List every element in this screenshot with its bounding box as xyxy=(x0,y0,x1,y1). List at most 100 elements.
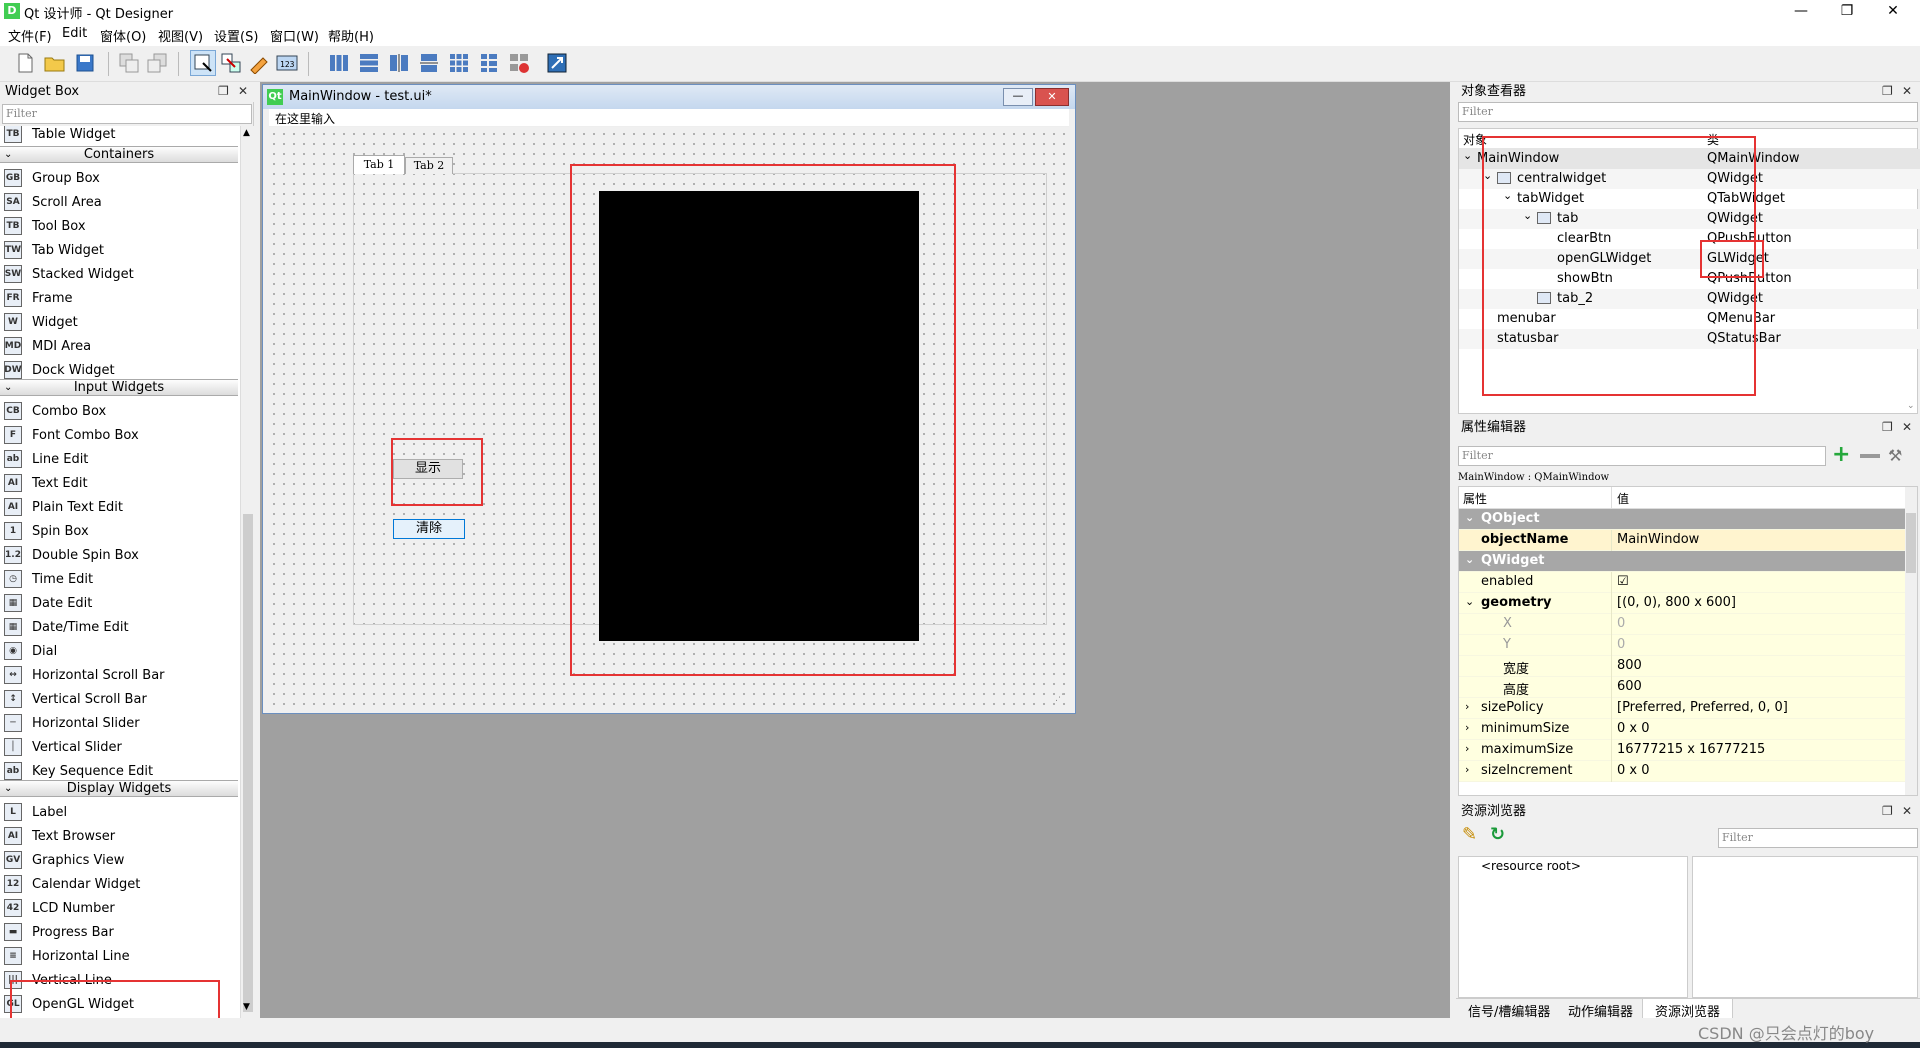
property-value[interactable]: MainWindow xyxy=(1617,532,1699,547)
minimize-button[interactable]: — xyxy=(1778,0,1824,24)
tab-action-editor[interactable]: 动作编辑器 xyxy=(1556,999,1645,1020)
menu-window[interactable]: 窗口(W) xyxy=(264,26,325,45)
category-input-widgets[interactable]: ⌄ Input Widgets xyxy=(0,379,238,396)
edit-resources-icon[interactable]: ✎ xyxy=(1462,824,1477,845)
menu-help[interactable]: 帮助(H) xyxy=(322,26,380,45)
chevron-down-icon[interactable]: ⌄ xyxy=(1465,511,1474,524)
form-minimize-button[interactable]: — xyxy=(1003,88,1033,106)
save-icon[interactable] xyxy=(72,50,98,76)
float-icon[interactable]: ❐ xyxy=(1882,804,1893,818)
property-row-geometry[interactable]: ⌄ geometry [(0, 0), 800 x 600] xyxy=(1459,593,1914,614)
object-filter-input[interactable]: Filter xyxy=(1458,102,1918,122)
property-value[interactable]: 0 xyxy=(1617,616,1625,631)
widget-item-time-edit[interactable]: ◷ Time Edit xyxy=(4,567,93,591)
layout-grid-icon[interactable] xyxy=(446,50,472,76)
edit-widgets-icon[interactable] xyxy=(190,50,216,76)
property-row-enabled[interactable]: enabled ☑ xyxy=(1459,572,1914,593)
property-row-y[interactable]: Y0 xyxy=(1459,635,1914,656)
property-value[interactable]: [Preferred, Preferred, 0, 0] xyxy=(1617,700,1788,715)
scroll-thumb[interactable] xyxy=(243,514,253,1012)
widget-item-date-time-edit[interactable]: ▦ Date/Time Edit xyxy=(4,615,129,639)
tab-resource-browser[interactable]: 资源浏览器 xyxy=(1642,999,1734,1020)
widget-item-calendar-widget[interactable]: 12 Calendar Widget xyxy=(4,872,140,896)
property-row-objectname[interactable]: objectName MainWindow xyxy=(1459,530,1914,551)
edit-signals-icon[interactable] xyxy=(218,50,244,76)
widget-item-lcd-number[interactable]: 42 LCD Number xyxy=(4,896,115,920)
property-value[interactable]: [(0, 0), 800 x 600] xyxy=(1617,595,1736,610)
send-back-icon[interactable] xyxy=(144,50,170,76)
chevron-right-icon[interactable]: › xyxy=(1465,721,1469,734)
remove-property-icon[interactable] xyxy=(1860,454,1880,458)
dock-close-icon[interactable]: ✕ xyxy=(1902,84,1912,98)
dock-close-icon[interactable]: ✕ xyxy=(1902,420,1912,434)
form-menu-placeholder[interactable]: 在这里输入 xyxy=(275,110,335,127)
widget-item-line-edit[interactable]: ab Line Edit xyxy=(4,447,88,471)
tab-signal-slot-editor[interactable]: 信号/槽编辑器 xyxy=(1456,999,1562,1020)
widget-item-font-combo-box[interactable]: F Font Combo Box xyxy=(4,423,139,447)
tab-1[interactable]: Tab 1 xyxy=(353,155,405,174)
widget-item-stacked-widget[interactable]: SW Stacked Widget xyxy=(4,262,134,286)
property-value[interactable]: 16777215 x 16777215 xyxy=(1617,742,1765,757)
widget-item-scroll-area[interactable]: SA Scroll Area xyxy=(4,190,102,214)
close-button[interactable]: ✕ xyxy=(1870,0,1916,24)
dock-close-icon[interactable]: ✕ xyxy=(1902,804,1912,818)
open-file-icon[interactable] xyxy=(42,50,68,76)
property-value[interactable]: ☑ xyxy=(1617,574,1629,589)
property-row-item8[interactable]: 高度 600 xyxy=(1459,677,1914,698)
widget-item-text-edit[interactable]: AI Text Edit xyxy=(4,471,88,495)
widget-item-horizontal-line[interactable]: ≡ Horizontal Line xyxy=(4,944,130,968)
widget-item-frame[interactable]: FR Frame xyxy=(4,286,73,310)
widget-item-table-widget[interactable]: TB Table Widget xyxy=(4,126,116,146)
widget-item-mdi-area[interactable]: MD MDI Area xyxy=(4,334,91,358)
layout-form-icon[interactable] xyxy=(476,50,502,76)
configure-icon[interactable]: ⚒ xyxy=(1888,446,1902,465)
break-layout-icon[interactable] xyxy=(506,50,532,76)
edit-tab-order-icon[interactable]: 123 xyxy=(274,50,300,76)
layout-v-splitter-icon[interactable] xyxy=(416,50,442,76)
widget-item-tool-box[interactable]: TB Tool Box xyxy=(4,214,86,238)
property-row-x[interactable]: X0 xyxy=(1459,614,1914,635)
widget-filter-input[interactable]: Filter xyxy=(2,104,252,124)
property-row-item7[interactable]: 宽度 800 xyxy=(1459,656,1914,677)
float-icon[interactable]: ❐ xyxy=(218,84,229,98)
layout-h-splitter-icon[interactable] xyxy=(386,50,412,76)
new-file-icon[interactable] xyxy=(12,50,38,76)
category-display-widgets[interactable]: ⌄ Display Widgets xyxy=(0,780,238,797)
scroll-down-icon[interactable]: ▼ xyxy=(243,1002,250,1012)
bring-front-icon[interactable] xyxy=(116,50,142,76)
property-value[interactable]: 0 x 0 xyxy=(1617,721,1650,736)
chevron-right-icon[interactable]: › xyxy=(1465,700,1469,713)
widget-item-label[interactable]: L Label xyxy=(4,800,67,824)
property-row-sizepolicy[interactable]: › sizePolicy [Preferred, Preferred, 0, 0] xyxy=(1459,698,1914,719)
widget-item-progress-bar[interactable]: ▬ Progress Bar xyxy=(4,920,114,944)
clear-button[interactable]: 清除 xyxy=(393,519,465,539)
property-filter-input[interactable]: Filter xyxy=(1458,446,1826,466)
layout-horizontal-icon[interactable] xyxy=(326,50,352,76)
menu-settings[interactable]: 设置(S) xyxy=(208,26,264,45)
widget-item-vertical-scroll-bar[interactable]: ↕ Vertical Scroll Bar xyxy=(4,687,147,711)
chevron-right-icon[interactable]: › xyxy=(1465,742,1469,755)
scroll-up-icon[interactable]: ▲ xyxy=(243,128,250,138)
adjust-size-icon[interactable] xyxy=(544,50,570,76)
widget-item-vertical-slider[interactable]: │ Vertical Slider xyxy=(4,735,122,759)
widget-item-graphics-view[interactable]: GV Graphics View xyxy=(4,848,124,872)
menu-view[interactable]: 视图(V) xyxy=(152,26,209,45)
property-row-maximumsize[interactable]: › maximumSize 16777215 x 16777215 xyxy=(1459,740,1914,761)
widget-item-text-browser[interactable]: AI Text Browser xyxy=(4,824,115,848)
property-value[interactable]: 600 xyxy=(1617,679,1642,694)
chevron-down-icon[interactable]: ⌄ xyxy=(1465,553,1474,566)
property-value[interactable]: 0 x 0 xyxy=(1617,763,1650,778)
tab-2[interactable]: Tab 2 xyxy=(405,157,453,174)
widget-item-combo-box[interactable]: CB Combo Box xyxy=(4,399,106,423)
add-property-icon[interactable]: + xyxy=(1832,444,1850,466)
reload-icon[interactable]: ↻ xyxy=(1490,824,1505,845)
property-scrollbar[interactable] xyxy=(1905,487,1917,795)
property-row-sizeincrement[interactable]: › sizeIncrement 0 x 0 xyxy=(1459,761,1914,782)
edit-buddies-icon[interactable] xyxy=(246,50,272,76)
chevron-down-icon[interactable]: ⌄ xyxy=(1465,595,1474,608)
dock-close-icon[interactable]: ✕ xyxy=(238,84,248,98)
widget-item-widget[interactable]: W Widget xyxy=(4,310,78,334)
property-value[interactable]: 800 xyxy=(1617,658,1642,673)
layout-vertical-icon[interactable] xyxy=(356,50,382,76)
float-icon[interactable]: ❐ xyxy=(1882,420,1893,434)
